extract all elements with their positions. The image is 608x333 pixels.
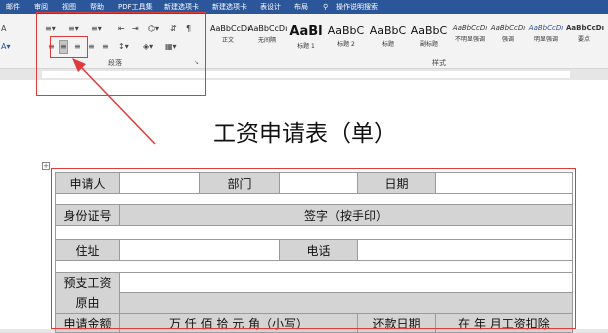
annotation-arrow xyxy=(72,58,156,145)
arrow-shaft xyxy=(79,65,156,145)
